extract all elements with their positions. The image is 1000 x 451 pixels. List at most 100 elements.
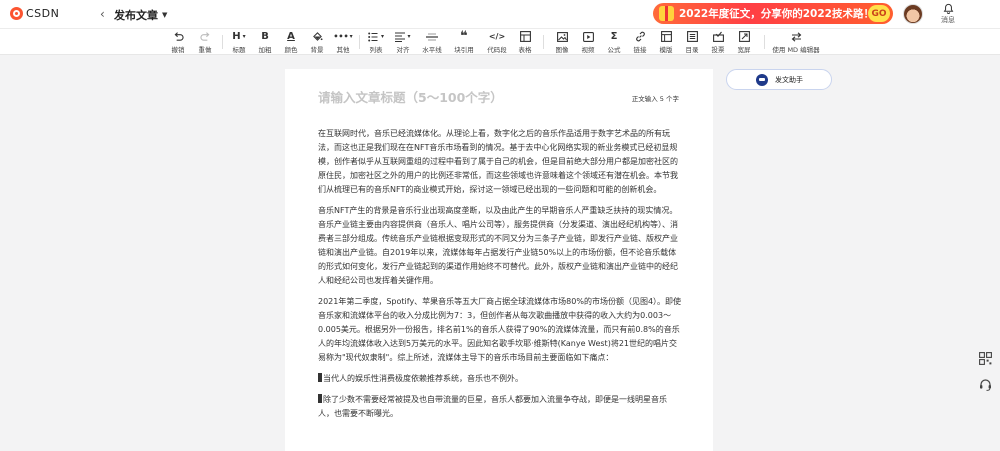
other-button[interactable]: ••• ▾ 其他 xyxy=(331,30,355,54)
video-label: 视频 xyxy=(581,46,595,54)
widescreen-icon xyxy=(732,30,756,43)
paragraph: 在互联网时代，音乐已经流媒体化。从理论上看，数字化之后的音乐作品适用于数字艺术品… xyxy=(318,129,678,194)
page-title: 发布文章 xyxy=(114,9,158,22)
toc-label: 目录 xyxy=(685,46,699,54)
toolbar-divider xyxy=(359,35,360,49)
blockquote-button[interactable]: ❝ 块引用 xyxy=(452,30,476,54)
word-counter: 正文输入 5 个字 xyxy=(631,95,679,103)
top-bar: CSDN ‹ 发布文章 ▼ 2022年度征文，分享你的2022技术路！ GO 消… xyxy=(0,0,1000,29)
undo-icon xyxy=(166,30,190,43)
align-icon: ▾ xyxy=(391,30,415,43)
caret-down-icon: ▼ xyxy=(162,11,168,19)
list-label: 列表 xyxy=(369,46,383,54)
assistant-icon xyxy=(756,74,768,86)
heading-icon: H ▾ xyxy=(232,31,246,42)
toolbar-divider xyxy=(543,35,544,49)
font-color-button[interactable]: A 颜色 xyxy=(279,30,303,54)
redo-button[interactable]: 重做 xyxy=(193,30,217,54)
vote-button[interactable]: 投票 xyxy=(706,30,730,54)
code-icon: </> xyxy=(488,32,506,41)
writing-assistant-button[interactable]: 发文助手 xyxy=(726,69,832,90)
csdn-logo[interactable]: CSDN xyxy=(10,7,59,20)
align-label: 对齐 xyxy=(396,46,410,54)
headset-icon[interactable] xyxy=(977,376,993,392)
horizontal-rule-button[interactable]: 水平线 xyxy=(420,30,444,54)
template-button[interactable]: 模版 xyxy=(654,30,678,54)
bell-icon xyxy=(936,3,960,14)
toc-button[interactable]: 目录 xyxy=(680,30,704,54)
video-icon xyxy=(576,30,600,43)
template-label: 模版 xyxy=(659,46,673,54)
table-button[interactable]: 表格 xyxy=(513,30,537,54)
page-title-dropdown[interactable]: 发布文章 ▼ xyxy=(114,7,167,23)
list-icon: ▾ xyxy=(364,30,388,43)
template-icon xyxy=(654,30,678,43)
formula-button[interactable]: Σ 公式 xyxy=(602,30,626,54)
undo-label: 撤销 xyxy=(171,46,185,54)
md-editor-label: 使用 MD 编辑器 xyxy=(772,46,820,54)
redo-label: 重做 xyxy=(198,46,212,54)
csdn-logo-icon xyxy=(10,7,23,20)
more-icon: ••• ▾ xyxy=(333,32,353,41)
redo-icon xyxy=(193,30,217,43)
toc-icon xyxy=(680,30,704,43)
qr-code-icon[interactable] xyxy=(977,350,993,366)
messages-button[interactable]: 消息 xyxy=(936,3,960,25)
article-title-input[interactable] xyxy=(318,87,618,107)
bold-label: 加粗 xyxy=(258,46,272,54)
editor-panel: 正文输入 5 个字 在互联网时代，音乐已经流媒体化。从理论上看，数字化之后的音乐… xyxy=(285,69,713,451)
back-icon[interactable]: ‹ xyxy=(100,7,105,21)
bold-button[interactable]: B 加粗 xyxy=(253,30,277,54)
banner-text: 2022年度征文，分享你的2022技术路！ xyxy=(679,8,874,20)
list-item-text: 当代人的娱乐性消费极度依赖推荐系统，音乐也不例外。 xyxy=(323,374,523,383)
table-label: 表格 xyxy=(518,46,532,54)
heading-button[interactable]: H ▾ 标题 xyxy=(227,30,251,54)
widescreen-label: 宽屏 xyxy=(737,46,751,54)
list-item: 当代人的娱乐性消费极度依赖推荐系统，音乐也不例外。 xyxy=(318,372,682,386)
avatar[interactable] xyxy=(903,4,923,24)
list-button[interactable]: ▾ 列表 xyxy=(364,30,388,54)
list-item-text: 除了少数不需要经常被提及也自带流量的巨星，音乐人都要加入流量争夺战，即便是一线明… xyxy=(318,395,667,418)
horizontal-rule-icon xyxy=(420,30,444,43)
list-item: 除了少数不需要经常被提及也自带流量的巨星，音乐人都要加入流量争夺战，即便是一线明… xyxy=(318,393,682,421)
horizontal-rule-label: 水平线 xyxy=(422,46,442,54)
event-banner[interactable]: 2022年度征文，分享你的2022技术路！ GO xyxy=(653,3,893,24)
bold-icon: B xyxy=(261,31,269,42)
code-block-label: 代码段 xyxy=(487,46,507,54)
other-label: 其他 xyxy=(336,46,350,54)
paint-bucket-icon xyxy=(305,30,329,43)
image-button[interactable]: 图像 xyxy=(550,30,574,54)
logo-text: CSDN xyxy=(26,7,60,20)
toolbar-divider xyxy=(222,35,223,49)
image-icon xyxy=(550,30,574,43)
code-block-button[interactable]: </> 代码段 xyxy=(485,30,509,54)
align-button[interactable]: ▾ 对齐 xyxy=(391,30,415,54)
formula-label: 公式 xyxy=(607,46,621,54)
paragraph: 2021年第二季度，Spotify、苹果音乐等五大厂商占据全球流媒体市场80%的… xyxy=(318,297,682,362)
toolbar-divider xyxy=(764,35,765,49)
heading-label: 标题 xyxy=(232,46,246,54)
blockquote-label: 块引用 xyxy=(454,46,474,54)
editor-toolbar: 撤销 重做 H ▾ 标题 B 加粗 A 颜色 背景 ••• ▾ 其他 ▾ 列表 ▾ … xyxy=(0,29,1000,55)
banner-go-badge: GO xyxy=(868,5,890,22)
messages-label: 消息 xyxy=(941,16,955,24)
background-color-label: 背景 xyxy=(310,46,324,54)
image-label: 图像 xyxy=(555,46,569,54)
article-body[interactable]: 在互联网时代，音乐已经流媒体化。从理论上看，数字化之后的音乐作品适用于数字艺术品… xyxy=(318,127,682,428)
vote-label: 投票 xyxy=(711,46,725,54)
md-editor-button[interactable]: 使用 MD 编辑器 xyxy=(771,30,821,54)
undo-button[interactable]: 撤销 xyxy=(166,30,190,54)
link-label: 链接 xyxy=(633,46,647,54)
link-icon xyxy=(628,30,652,43)
video-button[interactable]: 视频 xyxy=(576,30,600,54)
font-color-label: 颜色 xyxy=(284,46,298,54)
switch-editor-icon xyxy=(771,30,821,43)
assistant-label: 发文助手 xyxy=(775,76,803,84)
vote-icon xyxy=(706,30,730,43)
background-color-button[interactable]: 背景 xyxy=(305,30,329,54)
table-icon xyxy=(513,30,537,43)
widescreen-button[interactable]: 宽屏 xyxy=(732,30,756,54)
gift-icon xyxy=(659,6,674,21)
link-button[interactable]: 链接 xyxy=(628,30,652,54)
paragraph: 音乐NFT产生的背景是音乐行业出现高度垄断，以及由此产生的早期音乐人严重缺乏扶持… xyxy=(318,206,678,285)
